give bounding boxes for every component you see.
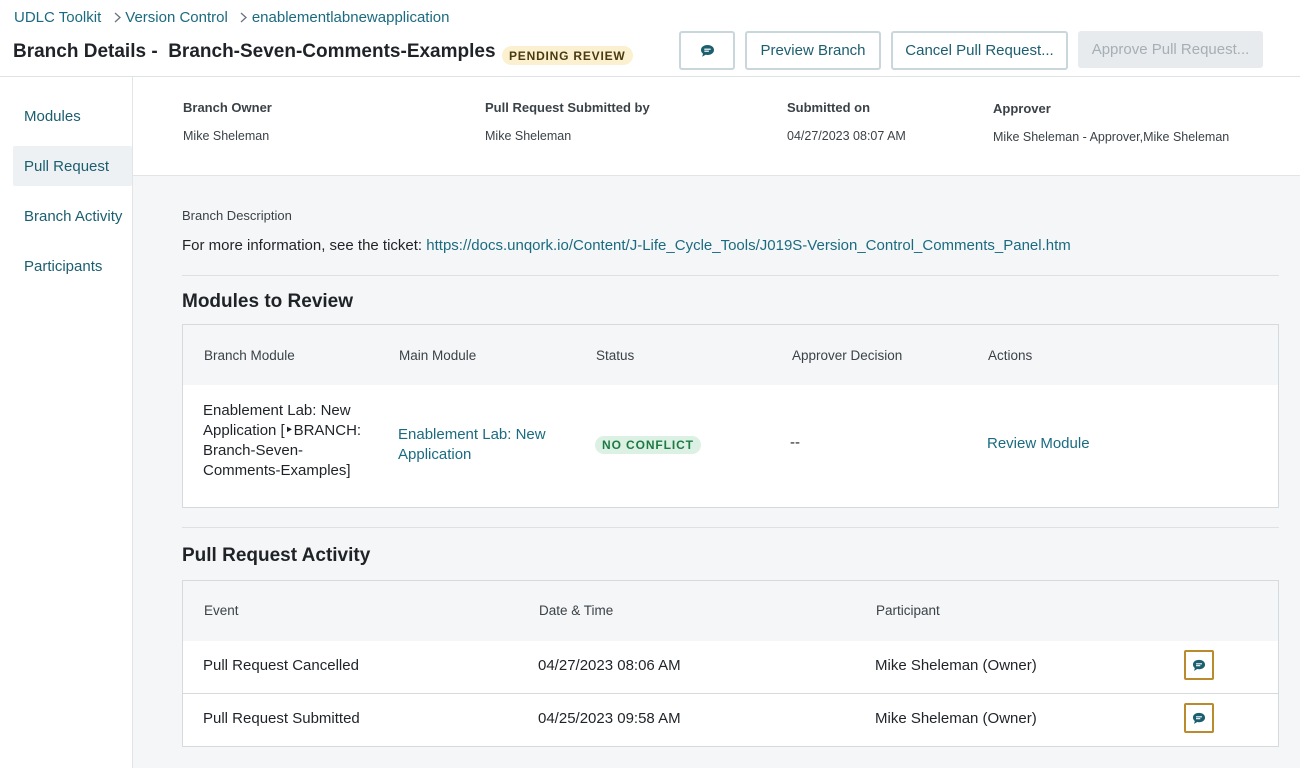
modules-table: Branch Module Main Module Status Approve… — [182, 324, 1279, 508]
branch-owner-value: Mike Sheleman — [183, 129, 270, 143]
column-header: Approver Decision — [792, 348, 903, 363]
comments-button[interactable] — [679, 31, 735, 70]
table-header: Branch Module Main Module Status Approve… — [183, 325, 1278, 385]
submitted-by-label: Pull Request Submitted by — [485, 100, 650, 115]
main-module-link[interactable]: Enablement Lab: New Application — [398, 425, 568, 465]
review-module-link[interactable]: Review Module — [987, 435, 1090, 452]
participant-cell: Mike Sheleman (Owner) — [875, 657, 1037, 674]
pull-request-summary: Branch Owner Mike Sheleman Pull Request … — [133, 77, 1300, 176]
sidebar-item-participants[interactable]: Participants — [13, 246, 132, 286]
ticket-link[interactable]: https://docs.unqork.io/Content/J-Life_Cy… — [426, 237, 1071, 254]
status-badge: PENDING REVIEW — [502, 46, 633, 65]
sidebar-item-label: Pull Request — [24, 157, 110, 175]
submitted-on-value: 04/27/2023 08:07 AM — [787, 129, 906, 143]
sidebar-item-label: Participants — [24, 257, 103, 275]
page-title: Branch Details - Branch-Seven-Comments-E… — [13, 41, 496, 62]
sidebar-item-modules[interactable]: Modules — [13, 96, 132, 136]
table-header: Event Date & Time Participant — [183, 581, 1278, 641]
submitted-by-value: Mike Sheleman — [485, 129, 572, 143]
participant-cell: Mike Sheleman (Owner) — [875, 710, 1037, 727]
comment-icon — [700, 44, 715, 58]
event-cell: Pull Request Cancelled — [203, 657, 359, 674]
breadcrumb: UDLC Toolkit Version Control enablementl… — [14, 7, 449, 27]
cancel-pull-request-button[interactable]: Cancel Pull Request... — [891, 31, 1068, 70]
view-comment-button[interactable] — [1184, 650, 1214, 680]
cell-line: Branch-Seven- — [203, 442, 304, 459]
sidebar-item-pull-request[interactable]: Pull Request — [13, 146, 132, 186]
chevron-right-icon — [109, 12, 125, 23]
activity-table: Event Date & Time Participant Pull Reque… — [182, 580, 1279, 747]
description-prefix: For more information, see the ticket: — [182, 237, 427, 254]
no-conflict-badge: NO CONFLICT — [595, 436, 701, 454]
datetime-cell: 04/27/2023 08:06 AM — [538, 657, 681, 674]
cell-line: Comments-Examples] — [203, 462, 351, 479]
sidebar-item-label: Branch Activity — [24, 207, 123, 225]
pull-request-activity-title: Pull Request Activity — [182, 545, 371, 566]
column-header: Event — [204, 603, 239, 618]
branch-owner-label: Branch Owner — [183, 100, 272, 115]
event-cell: Pull Request Submitted — [203, 710, 360, 727]
breadcrumb-udlc-toolkit[interactable]: UDLC Toolkit — [14, 9, 101, 26]
chevron-right-icon — [236, 12, 252, 23]
branch-description-label: Branch Description — [182, 208, 292, 223]
row-divider — [183, 693, 1278, 694]
submitted-on-label: Submitted on — [787, 100, 871, 115]
comment-icon — [1192, 659, 1206, 672]
approver-label: Approver — [993, 101, 1051, 116]
column-header: Participant — [876, 603, 940, 618]
column-header: Date & Time — [539, 603, 614, 618]
breadcrumb-version-control[interactable]: Version Control — [125, 9, 228, 26]
modules-to-review-title: Modules to Review — [182, 291, 354, 312]
datetime-cell: 04/25/2023 09:58 AM — [538, 710, 681, 727]
view-comment-button[interactable] — [1184, 703, 1214, 733]
section-divider — [182, 275, 1279, 276]
preview-branch-button[interactable]: Preview Branch — [745, 31, 881, 70]
cell-line: Enablement Lab: New — [398, 426, 546, 443]
approver-value: Mike Sheleman - Approver,Mike Sheleman — [993, 130, 1230, 144]
sidebar-item-branch-activity[interactable]: Branch Activity — [13, 196, 132, 236]
section-divider — [182, 527, 1279, 528]
cell-line: Application — [398, 446, 472, 463]
column-header: Actions — [988, 348, 1033, 363]
column-header: Main Module — [399, 348, 477, 363]
column-header: Status — [596, 348, 635, 363]
approve-pull-request-button[interactable]: Approve Pull Request... — [1078, 31, 1263, 68]
approver-decision-cell: -- — [790, 434, 800, 451]
branch-module-cell: Enablement Lab: New Application [‣BRANCH… — [203, 401, 383, 481]
branch-description-text: For more information, see the ticket: ht… — [182, 237, 1071, 254]
column-header: Branch Module — [204, 348, 295, 363]
cell-line: Enablement Lab: New — [203, 402, 351, 419]
cell-line: Application [‣BRANCH: — [203, 422, 362, 439]
comment-icon — [1192, 712, 1206, 725]
breadcrumb-application[interactable]: enablementlabnewapplication — [252, 9, 450, 26]
sidebar-item-label: Modules — [24, 107, 81, 125]
